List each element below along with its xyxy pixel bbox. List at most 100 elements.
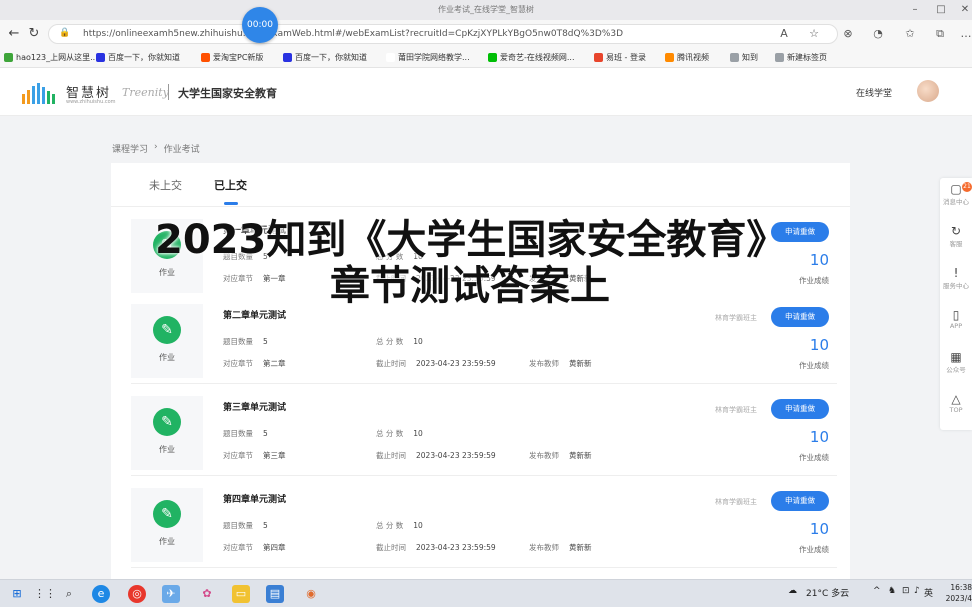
exam-title[interactable]: 第三章单元测试 bbox=[223, 400, 286, 413]
address-bar[interactable]: 🔒 https://onlineexamh5new.zhihuishu.co..… bbox=[48, 24, 838, 44]
ime-indicator[interactable]: 英 bbox=[924, 586, 933, 599]
window-titlebar: 作业考试_在线学堂_智慧树 – □ ✕ bbox=[0, 0, 972, 20]
homework-thumbnail: ✎ 作业 bbox=[131, 488, 203, 562]
bookmark-favicon-icon bbox=[386, 53, 395, 62]
bookmark-item[interactable]: 腾讯视频 bbox=[665, 52, 709, 63]
show-hidden-icon[interactable]: ^ bbox=[873, 586, 881, 596]
weather-text[interactable]: 21°C 多云 bbox=[806, 586, 849, 599]
side-toolbar: ▢ 消息中心 21 ↻ 客服 ! 服务中心 ▯ APP ▦ 公众号 △ TOP bbox=[940, 178, 972, 430]
tray-app-icon[interactable]: ♞ bbox=[888, 586, 896, 596]
tab-submitted[interactable]: 已上交 bbox=[214, 177, 247, 193]
bookmark-item[interactable]: 爱淘宝PC新版 bbox=[201, 52, 263, 63]
assistant-name: 林育学霸班主 bbox=[715, 498, 757, 506]
extension-icon[interactable]: ⊗ bbox=[840, 26, 856, 42]
address-url[interactable]: https://onlineexamh5new.zhihuishu.co... … bbox=[83, 29, 623, 39]
side-tool-top[interactable]: △ TOP bbox=[940, 392, 972, 414]
app-icon[interactable]: ◉ bbox=[302, 585, 320, 603]
store-icon[interactable]: ▤ bbox=[266, 585, 284, 603]
chapter-label: 对应章节 bbox=[223, 274, 253, 283]
total-score-row: 总 分 数 10 bbox=[376, 336, 423, 347]
deadline-value: 2023-04-23 23:59:59 bbox=[416, 359, 496, 368]
app-icon[interactable]: ✿ bbox=[198, 585, 216, 603]
total-score-value: 10 bbox=[413, 429, 423, 438]
phone-icon: ▯ bbox=[952, 308, 960, 322]
apply-redo-button[interactable]: 申请重做 bbox=[771, 399, 829, 419]
clock[interactable]: 16:38 2023/4 bbox=[938, 582, 972, 604]
read-aloud-icon[interactable]: A bbox=[776, 26, 792, 42]
maximize-icon[interactable]: □ bbox=[934, 3, 948, 17]
side-tool-message[interactable]: ▢ 消息中心 21 bbox=[940, 182, 972, 206]
total-score-value: 10 bbox=[413, 521, 423, 530]
bookmark-item[interactable]: 百度一下，你就知道 bbox=[283, 52, 367, 63]
weather-icon[interactable]: ☁ bbox=[788, 586, 797, 596]
breadcrumb-course-study[interactable]: 课程学习 bbox=[112, 142, 148, 155]
chapter-label: 对应章节 bbox=[223, 543, 253, 552]
more-icon[interactable]: … bbox=[958, 26, 972, 42]
sync-icon[interactable]: ◔ bbox=[870, 26, 886, 42]
total-score-label: 总 分 数 bbox=[376, 429, 404, 438]
bookmark-item[interactable]: 易班 - 登录 bbox=[594, 52, 646, 63]
bookmark-label: 腾讯视频 bbox=[677, 53, 709, 62]
bookmark-favicon-icon bbox=[594, 53, 603, 62]
edge-browser-icon[interactable]: e bbox=[92, 585, 110, 603]
bookmark-label: 爱淘宝PC新版 bbox=[213, 53, 264, 62]
exam-title[interactable]: 第二章单元测试 bbox=[223, 308, 286, 321]
score-label: 作业成绩 bbox=[799, 361, 829, 370]
netease-music-icon[interactable]: ◎ bbox=[128, 585, 146, 603]
bookmark-label: 百度一下，你就知道 bbox=[295, 53, 367, 62]
bookmark-favicon-icon bbox=[201, 53, 210, 62]
refresh-icon[interactable]: ↻ bbox=[26, 26, 42, 42]
app-icon[interactable]: ✈ bbox=[162, 585, 180, 603]
minimize-icon[interactable]: – bbox=[908, 3, 922, 17]
favorite-icon[interactable]: ☆ bbox=[806, 26, 822, 42]
side-tool-phone[interactable]: ▯ APP bbox=[940, 308, 972, 330]
bookmark-favicon-icon bbox=[775, 53, 784, 62]
bookmark-label: 知到 bbox=[742, 53, 758, 62]
question-count-label: 题目数量 bbox=[223, 521, 253, 530]
chapter-label: 对应章节 bbox=[223, 359, 253, 368]
close-icon[interactable]: ✕ bbox=[958, 3, 972, 17]
windows-start-icon[interactable]: ⊞ bbox=[8, 585, 26, 603]
chapter-row: 对应章节 第四章 bbox=[223, 542, 286, 553]
score-label: 作业成绩 bbox=[799, 276, 829, 285]
collections-icon[interactable]: ⧉ bbox=[932, 26, 948, 42]
bookmark-item[interactable]: 百度一下，你就知道 bbox=[96, 52, 180, 63]
video-timer[interactable]: 00:00 bbox=[242, 7, 278, 43]
score-value: 10 bbox=[809, 520, 829, 538]
total-score-row: 总 分 数 10 bbox=[376, 428, 423, 439]
deadline-label: 截止时间 bbox=[376, 451, 406, 460]
chapter-row: 对应章节 第一章 bbox=[223, 273, 286, 284]
widgets-icon[interactable]: ⋮⋮ bbox=[34, 585, 56, 603]
search-icon[interactable]: ⌕ bbox=[60, 585, 78, 603]
favorites-icon[interactable]: ✩ bbox=[902, 26, 918, 42]
back-icon[interactable]: ← bbox=[6, 26, 22, 42]
exam-title[interactable]: 第四章单元测试 bbox=[223, 492, 286, 505]
avatar[interactable] bbox=[917, 80, 939, 102]
bookmark-item[interactable]: 新建标签页 bbox=[775, 52, 827, 63]
question-count-value: 5 bbox=[263, 521, 268, 530]
tab-bar: 未上交 已上交 bbox=[111, 163, 850, 207]
bookmark-item[interactable]: 莆田学院网络教学... bbox=[386, 52, 470, 63]
bookmark-item[interactable]: 爱奇艺-在线视频网... bbox=[488, 52, 575, 63]
edit-pencil-icon: ✎ bbox=[153, 500, 181, 528]
clock-time: 16:38 bbox=[950, 583, 972, 592]
active-tab-indicator bbox=[224, 202, 238, 205]
bookmark-item[interactable]: 知到 bbox=[730, 52, 758, 63]
file-explorer-icon[interactable]: ▭ bbox=[232, 585, 250, 603]
homework-thumbnail: ✎ 作业 bbox=[131, 396, 203, 470]
tab-not-submitted[interactable]: 未上交 bbox=[149, 177, 182, 193]
exam-card[interactable]: ✎ 作业 第四章单元测试 题目数量 5 对应章节 第四章 总 分 数 10 截止时间 2023-04… bbox=[131, 482, 837, 568]
apply-redo-button[interactable]: 申请重做 bbox=[771, 491, 829, 511]
logo-icon[interactable] bbox=[22, 82, 62, 104]
apply-redo-button[interactable]: 申请重做 bbox=[771, 307, 829, 327]
network-icon[interactable]: ⊡ bbox=[902, 586, 910, 596]
side-tool-qrcode[interactable]: ▦ 公众号 bbox=[940, 350, 972, 374]
side-tool-refresh[interactable]: ↻ 客服 bbox=[940, 224, 972, 248]
volume-icon[interactable]: ♪ bbox=[914, 586, 920, 596]
side-tool-service[interactable]: ! 服务中心 bbox=[940, 266, 972, 290]
course-title: 大学生国家安全教育 bbox=[178, 87, 277, 100]
exam-card[interactable]: ✎ 作业 第三章单元测试 题目数量 5 对应章节 第三章 总 分 数 10 截止时间 2023-04… bbox=[131, 390, 837, 476]
site-header: 智慧树 www.zhihuishu.com Treenity 大学生国家安全教育… bbox=[0, 68, 972, 116]
online-school-link[interactable]: 在线学堂 bbox=[856, 86, 892, 99]
bookmark-item[interactable]: hao123_上网从这里... bbox=[4, 52, 98, 63]
